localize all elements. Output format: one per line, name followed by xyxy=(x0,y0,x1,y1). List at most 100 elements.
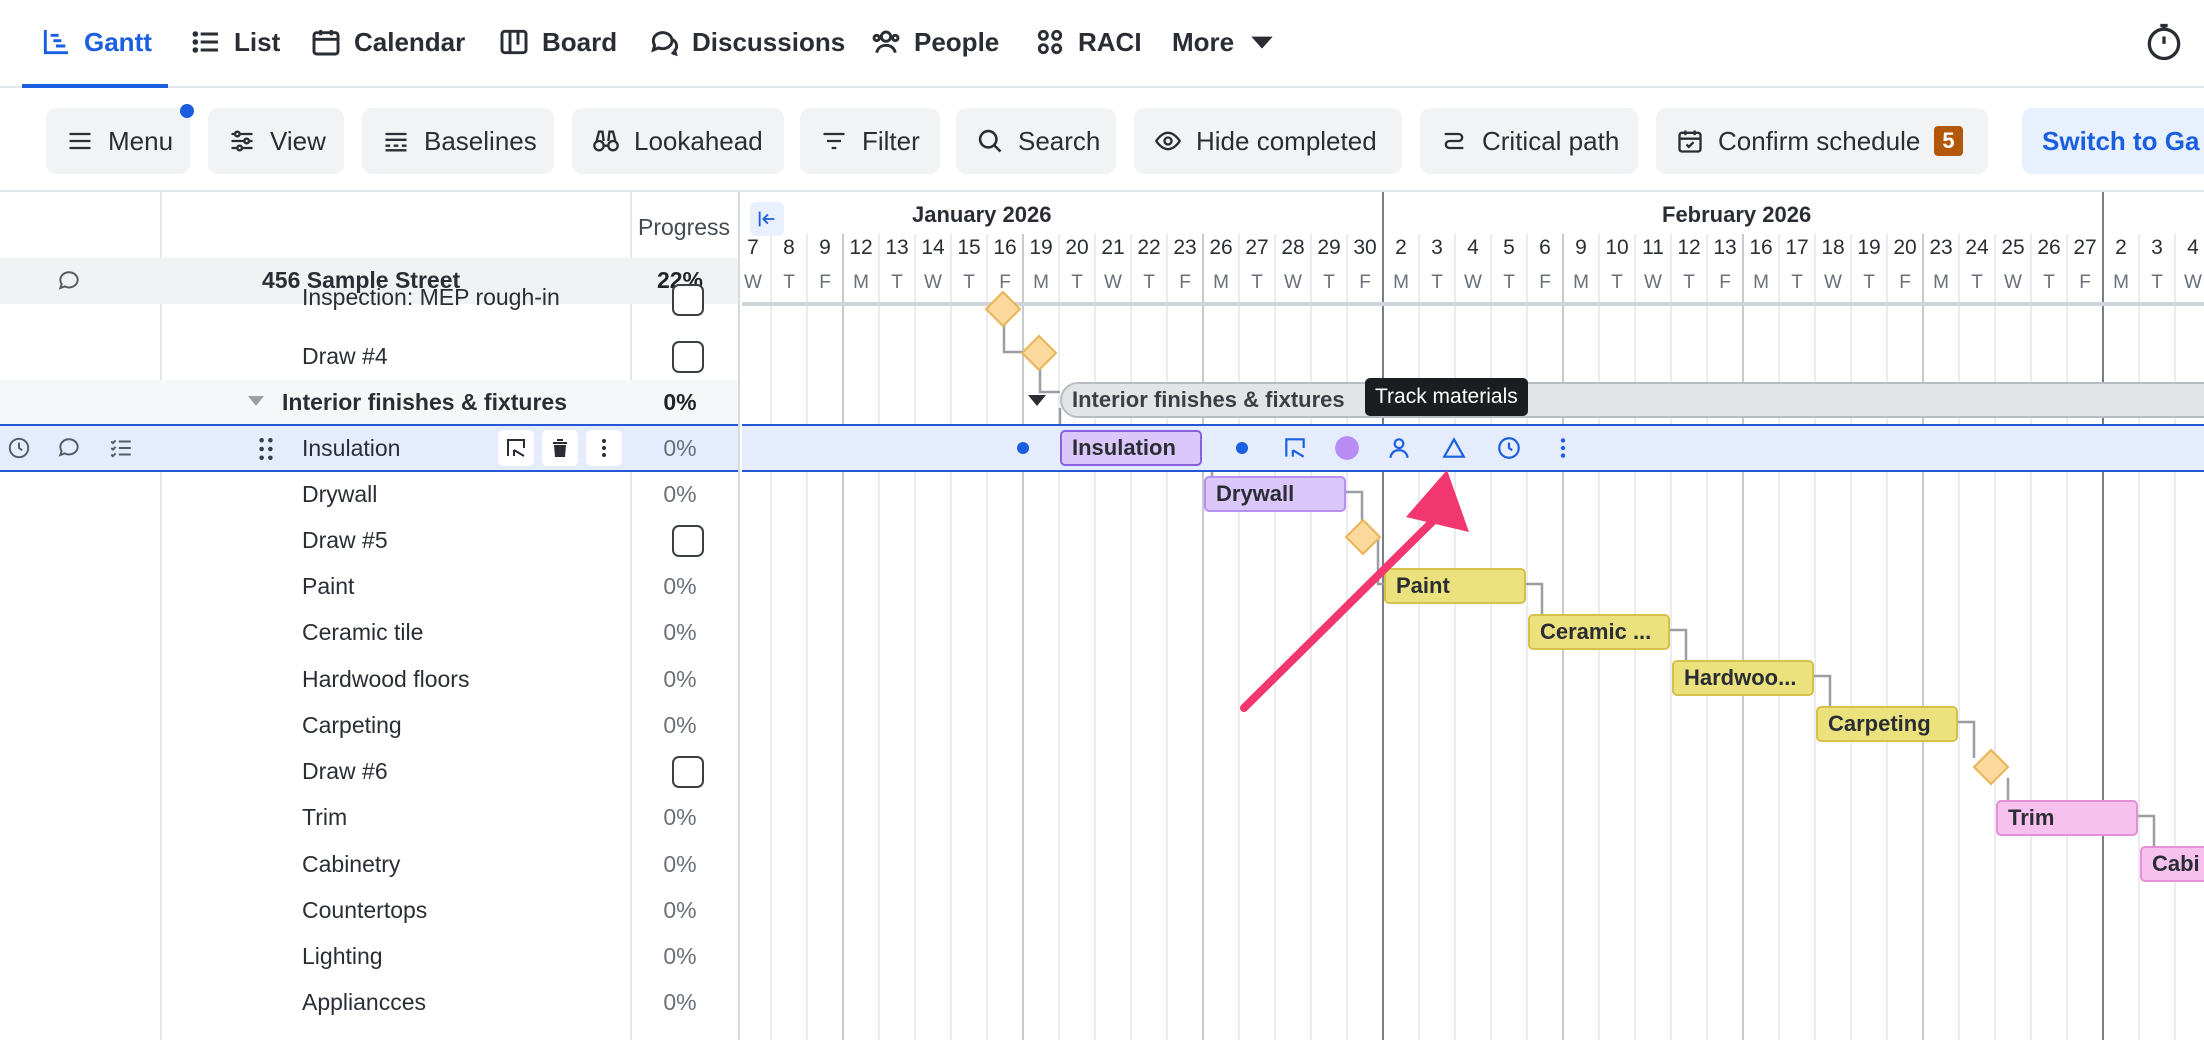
active-tab-indicator xyxy=(22,84,168,88)
weekday-letter: W xyxy=(744,272,762,293)
bar-more-options-button[interactable] xyxy=(1546,431,1580,465)
delete-button[interactable] xyxy=(542,430,578,466)
gantt-bar-trim[interactable]: Trim xyxy=(1996,800,2138,836)
weekday-letter: F xyxy=(999,272,1011,293)
day-number: 5 xyxy=(1503,236,1515,259)
milestone-checkbox[interactable] xyxy=(672,756,704,788)
day-number: 17 xyxy=(1785,236,1809,259)
day-number: 27 xyxy=(1245,236,1269,259)
weekday-letter: W xyxy=(2184,272,2202,293)
task-name: Drywall xyxy=(302,481,378,507)
tab-calendar[interactable]: Calendar xyxy=(310,18,465,66)
task-row[interactable]: Inspection: MEP rough-in xyxy=(0,284,738,322)
task-row[interactable]: Draw #5 xyxy=(0,518,738,564)
weekday-letter: T xyxy=(1683,272,1695,293)
gantt-bar-label: Carpeting xyxy=(1828,711,1931,736)
weekday-letter: M xyxy=(853,272,869,293)
gantt-bar-cabinetry[interactable]: Cabi xyxy=(2140,846,2204,882)
collapse-panel-button[interactable] xyxy=(750,202,784,236)
color-picker-button[interactable] xyxy=(1330,431,1364,465)
weekday-letter: W xyxy=(1644,272,1662,293)
kebab-icon xyxy=(602,439,606,457)
gantt-bar-group[interactable]: Interior finishes & fixtures xyxy=(1060,382,2204,418)
gantt-bar-hardwood[interactable]: Hardwoo... xyxy=(1672,660,1814,696)
calendar-check-icon xyxy=(1678,130,1702,153)
menu-button-label: Menu xyxy=(108,125,174,156)
group-collapse-icon[interactable] xyxy=(1028,395,1046,406)
open-task-button[interactable] xyxy=(498,430,534,466)
view-button[interactable]: View xyxy=(208,108,344,174)
end-handle[interactable] xyxy=(1236,442,1248,454)
gantt-bar-drywall[interactable]: Drywall xyxy=(1204,476,1346,512)
milestone-checkbox[interactable] xyxy=(672,341,704,373)
tab-list[interactable]: List xyxy=(190,18,280,66)
switch-button[interactable]: Switch to Ga xyxy=(2022,108,2204,174)
stopwatch-icon[interactable] xyxy=(2142,20,2186,64)
tab-more[interactable]: More xyxy=(1172,18,1278,66)
tab-calendar-label: Calendar xyxy=(354,26,466,57)
task-row[interactable]: Countertops 0% xyxy=(0,888,738,934)
more-options-button[interactable] xyxy=(586,430,622,466)
task-row[interactable]: Cabinetry 0% xyxy=(0,842,738,888)
open-task-button[interactable] xyxy=(1278,431,1312,465)
weekday-letter: T xyxy=(1071,272,1083,293)
confirm-count-badge: 5 xyxy=(1934,126,1963,156)
baselines-button[interactable]: Baselines xyxy=(362,108,554,174)
gantt-bar-ceramic[interactable]: Ceramic ... xyxy=(1528,614,1670,650)
group-row[interactable]: Interior finishes & fixtures 0% xyxy=(0,380,738,426)
gantt-bar-insulation[interactable]: Insulation xyxy=(1060,430,1202,466)
task-row[interactable]: Draw #6 xyxy=(0,749,738,795)
task-row[interactable]: Draw #4 xyxy=(0,334,738,380)
task-row[interactable]: Carpeting 0% xyxy=(0,703,738,749)
day-number: 15 xyxy=(957,236,981,259)
task-row-selected[interactable]: Insulation 0% xyxy=(0,424,738,472)
weekday-letter: M xyxy=(2113,272,2129,293)
day-number: 9 xyxy=(819,236,831,259)
tab-people[interactable]: People xyxy=(870,18,999,66)
comment-icon[interactable] xyxy=(56,435,82,461)
menu-button[interactable]: Menu xyxy=(46,108,190,174)
weekday-letter: F xyxy=(1179,272,1191,293)
board-icon xyxy=(500,29,528,55)
task-row[interactable]: Appliancces 0% xyxy=(0,980,738,1026)
gantt-chart: January 2026 February 2026 7 W 8 T 9 F 12 M 13 T 1… xyxy=(742,192,2204,1040)
task-row[interactable]: Drywall 0% xyxy=(0,472,738,518)
tab-gantt[interactable]: Gantt xyxy=(40,18,152,66)
tab-raci-label: RACI xyxy=(1078,26,1142,57)
critical-path-button[interactable]: Critical path xyxy=(1420,108,1638,174)
gantt-bar-paint[interactable]: Paint xyxy=(1384,568,1526,604)
selected-row-band xyxy=(742,424,2204,472)
checklist-icon[interactable] xyxy=(108,435,134,461)
drag-handle-icon[interactable] xyxy=(256,435,276,463)
task-progress: 0% xyxy=(663,712,697,738)
task-row[interactable]: Ceramic tile 0% xyxy=(0,610,738,656)
search-button[interactable]: Search xyxy=(956,108,1116,174)
filter-button[interactable]: Filter xyxy=(800,108,940,174)
schedule-button[interactable] xyxy=(1492,431,1526,465)
tab-raci[interactable]: RACI xyxy=(1034,18,1142,66)
gantt-bar-carpeting[interactable]: Carpeting xyxy=(1816,706,1958,742)
assign-person-button[interactable] xyxy=(1382,431,1416,465)
gantt-icon xyxy=(43,30,68,55)
day-number: 25 xyxy=(2001,236,2025,259)
task-row[interactable]: Paint 0% xyxy=(0,564,738,610)
clock-icon xyxy=(1498,437,1520,459)
search-button-label: Search xyxy=(1018,125,1101,156)
tab-board[interactable]: Board xyxy=(498,18,617,66)
clock-icon[interactable] xyxy=(6,435,32,461)
task-row[interactable]: Trim 0% xyxy=(0,795,738,841)
track-materials-button[interactable] xyxy=(1437,431,1471,465)
task-row[interactable]: Hardwood floors 0% xyxy=(0,657,738,703)
milestone-checkbox[interactable] xyxy=(672,525,704,557)
weekday-letter: T xyxy=(783,272,795,293)
lookahead-button[interactable]: Lookahead xyxy=(572,108,784,174)
milestone-checkbox[interactable] xyxy=(672,284,704,316)
collapse-caret-icon[interactable] xyxy=(248,396,264,406)
tab-discussions[interactable]: Discussions xyxy=(648,18,845,66)
hide-completed-button[interactable]: Hide completed xyxy=(1134,108,1402,174)
task-row[interactable]: Lighting 0% xyxy=(0,934,738,980)
start-handle[interactable] xyxy=(1017,442,1029,454)
weekday-letter: T xyxy=(891,272,903,293)
confirm-schedule-button[interactable]: Confirm schedule 5 xyxy=(1656,108,1988,174)
weekday-letter: T xyxy=(1503,272,1515,293)
